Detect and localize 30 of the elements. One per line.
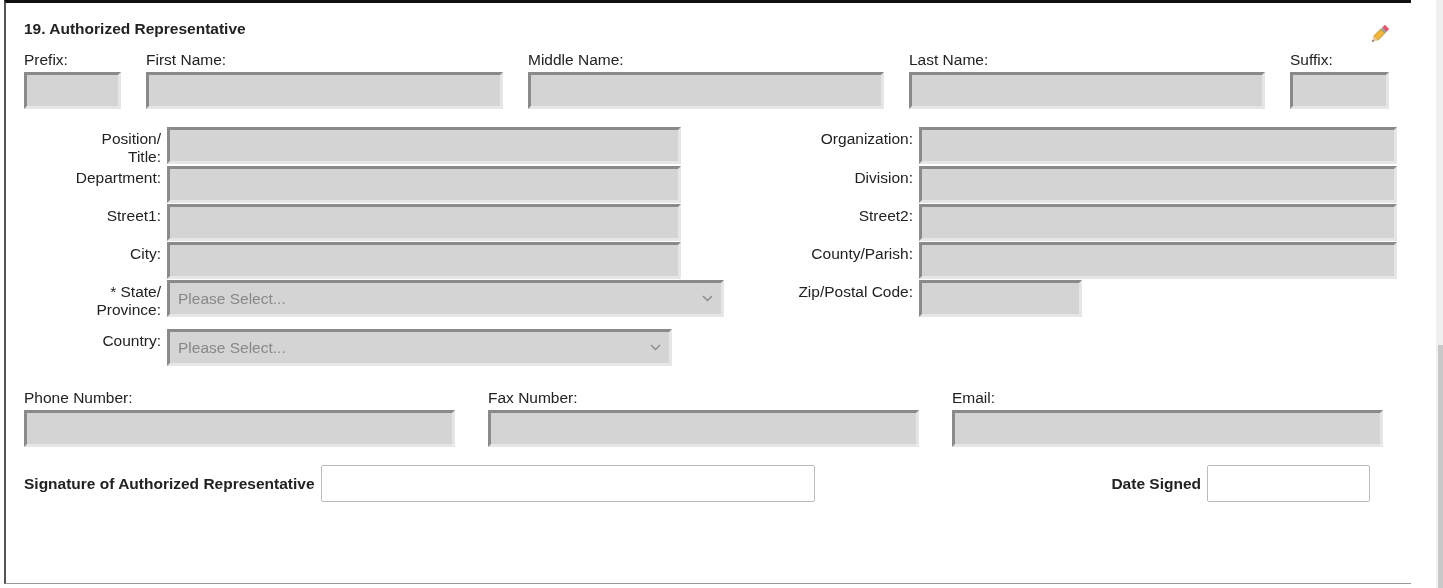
field-label: Street1: [105, 207, 161, 227]
field-label: Street2: [857, 207, 913, 227]
field-label: Division: [853, 169, 913, 189]
pencil-icon[interactable] [1369, 23, 1391, 45]
chevron-down-icon [702, 295, 713, 303]
input-field[interactable] [320, 464, 815, 502]
field-label: Signature of Authorized Representative [24, 473, 315, 494]
input-field[interactable] [1207, 464, 1370, 502]
field-label: Phone Number: [24, 389, 134, 407]
chevron-down-icon [650, 344, 661, 352]
field-label: Organization: [819, 129, 913, 149]
field-label: Suffix: [1290, 51, 1334, 69]
field-label: Middle Name: [528, 51, 625, 69]
field-label: First Name: [146, 51, 228, 69]
field-label: County/Parish: [810, 245, 913, 265]
field-label: Fax Number: [488, 389, 579, 407]
field-label: City: [129, 245, 161, 265]
field-label: Country: [101, 332, 161, 352]
field-label: Department: [74, 169, 161, 189]
field-label: Date Signed [1111, 473, 1201, 494]
field-label: * State/ Province: [95, 283, 161, 320]
field-label: Prefix: [24, 51, 69, 69]
field-label: Zip/Postal Code: [797, 283, 913, 303]
placeholder-text: Please Select... [178, 289, 286, 310]
scrollbar-thumb[interactable] [1438, 345, 1443, 588]
field-label: Email: [952, 389, 997, 407]
section-title: 19. Authorized Representative [24, 19, 246, 40]
field-label: Position/ Title: [100, 129, 161, 166]
placeholder-text: Please Select... [178, 337, 286, 358]
field-label: Last Name: [909, 51, 990, 69]
